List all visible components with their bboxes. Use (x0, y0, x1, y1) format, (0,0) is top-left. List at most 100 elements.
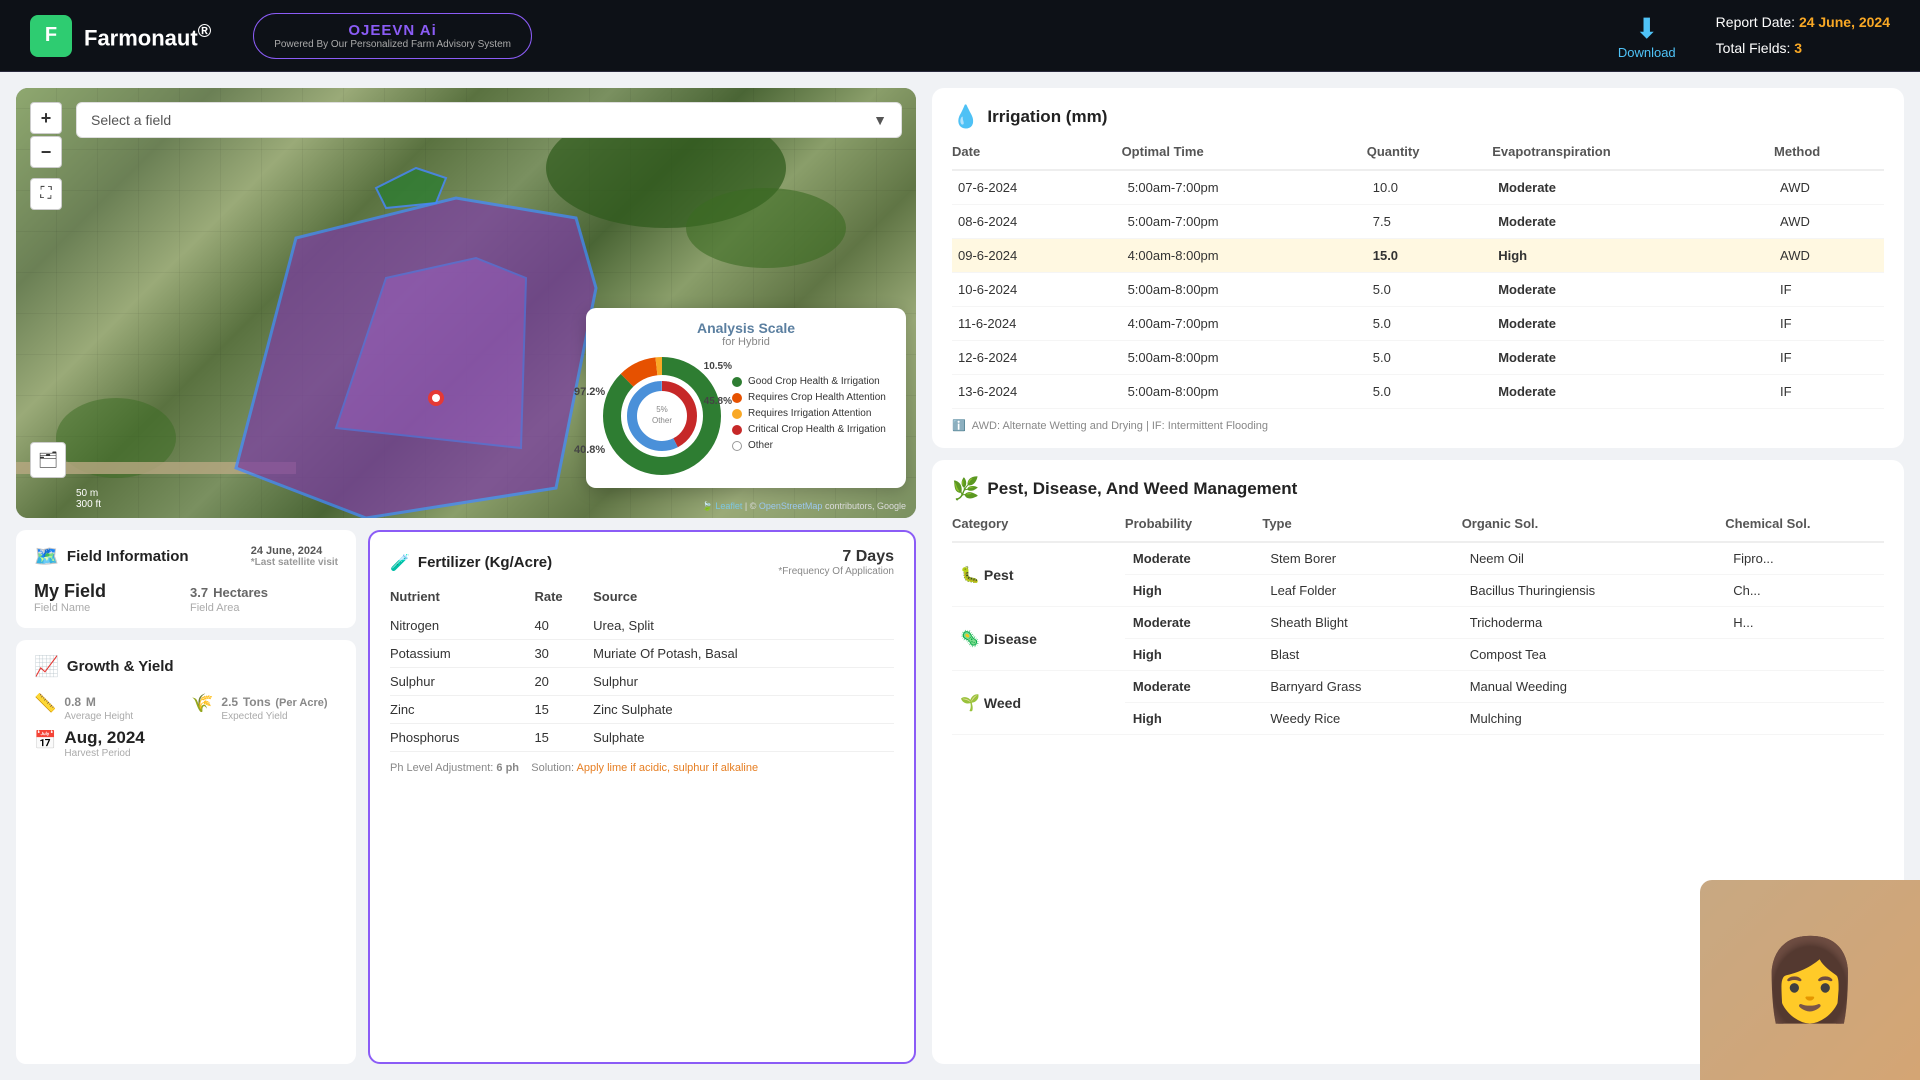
growth-yield-data: 2.5 Tons (Per Acre) Expected Yield (221, 691, 327, 722)
pest-prob: High (1125, 575, 1262, 607)
irr-date: 08-6-2024 (952, 205, 1122, 239)
logo-reg: ® (198, 20, 212, 41)
analysis-scale-body: 97.2% 10.5% 45.8% 40.8% (602, 356, 890, 476)
fertilizer-title: Fertilizer (Kg/Acre) (418, 554, 552, 571)
pest-type: Weedy Rice (1262, 703, 1461, 735)
irr-table-row: 13-6-2024 5:00am-8:00pm 5.0 Moderate IF (952, 375, 1884, 409)
fertilizer-icon: 🧪 (390, 553, 410, 573)
map-zoom-controls: + − (30, 102, 62, 168)
irrigation-header: 💧 Irrigation (mm) (952, 104, 1884, 130)
irr-qty: 15.0 (1367, 239, 1492, 273)
irr-method: IF (1774, 273, 1884, 307)
irr-evap: Moderate (1492, 307, 1774, 341)
pest-type: Stem Borer (1262, 542, 1461, 575)
legend-item-other: Other (732, 440, 890, 451)
map-container: Select a field ▼ + − ⛶ 🗂 50 m 300 ft Ana… (16, 88, 916, 518)
irr-method: IF (1774, 307, 1884, 341)
field-info-title: Field Information (67, 548, 189, 565)
jeevn-sub: Powered By Our Personalized Farm Advisor… (274, 39, 511, 50)
irr-method: AWD (1774, 170, 1884, 205)
field-growth-column: 🗺️ Field Information 24 June, 2024 *Last… (16, 530, 356, 1064)
fert-ph-value: 6 ph (496, 762, 519, 774)
pest-col-category: Category (952, 516, 1125, 542)
svg-text:Other: Other (652, 416, 672, 425)
zoom-out-button[interactable]: − (30, 136, 62, 168)
fert-table-row: Sulphur 20 Sulphur (390, 668, 894, 696)
fert-col-nutrient: Nutrient (390, 589, 534, 612)
pest-organic: Neem Oil (1462, 542, 1726, 575)
zoom-in-button[interactable]: + (30, 102, 62, 134)
field-select-dropdown[interactable]: Select a field ▼ (76, 102, 902, 138)
pest-prob: Moderate (1125, 542, 1262, 575)
fert-nutrient: Nitrogen (390, 612, 534, 640)
fert-rate: 20 (534, 668, 593, 696)
pest-col-organic: Organic Sol. (1462, 516, 1726, 542)
irr-time: 4:00am-7:00pm (1122, 307, 1367, 341)
fert-nutrient: Sulphur (390, 668, 534, 696)
header-right: ⬇ Download Report Date: 24 June, 2024 To… (1618, 10, 1890, 60)
pest-prob: High (1125, 639, 1262, 671)
harvest-item: 📅 Aug, 2024 Harvest Period (34, 728, 338, 759)
legend-item-irrigation: Requires Irrigation Attention (732, 408, 890, 419)
download-button[interactable]: ⬇ Download (1618, 12, 1676, 60)
pest-chemical: H... (1725, 607, 1884, 639)
irr-evap: High (1492, 239, 1774, 273)
growth-height-value: 0.8 M (64, 691, 133, 711)
pest-col-prob: Probability (1125, 516, 1262, 542)
irr-evap: Moderate (1492, 341, 1774, 375)
pest-chemical (1725, 671, 1884, 703)
analysis-scale-card: Analysis Scale for Hybrid 97.2% 10.5% 45… (586, 308, 906, 488)
donut-label-97: 97.2% (574, 386, 605, 398)
irrigation-icon: 💧 (952, 104, 979, 130)
map-layer-button[interactable]: 🗂 (30, 442, 66, 478)
field-area-label: Field Area (190, 602, 338, 614)
field-info-header: 🗺️ Field Information 24 June, 2024 *Last… (34, 544, 338, 569)
logo-icon: F (30, 15, 72, 57)
donut-chart: 97.2% 10.5% 45.8% 40.8% (602, 356, 722, 476)
irr-table-row: 09-6-2024 4:00am-8:00pm 15.0 High AWD (952, 239, 1884, 273)
field-info-card: 🗺️ Field Information 24 June, 2024 *Last… (16, 530, 356, 628)
irr-date: 09-6-2024 (952, 239, 1122, 273)
irr-time: 4:00am-8:00pm (1122, 239, 1367, 273)
field-name-area: My Field Field Name (34, 581, 182, 614)
growth-icon: 📈 (34, 654, 59, 679)
map-fullscreen-button[interactable]: ⛶ (30, 178, 62, 210)
irr-date: 13-6-2024 (952, 375, 1122, 409)
pest-col-chemical: Chemical Sol. (1725, 516, 1884, 542)
irr-time: 5:00am-7:00pm (1122, 205, 1367, 239)
growth-yield-value: 2.5 Tons (Per Acre) (221, 691, 327, 711)
fert-solution-text: Apply lime if acidic, sulphur if alkalin… (577, 762, 759, 774)
irr-table-row: 07-6-2024 5:00am-7:00pm 10.0 Moderate AW… (952, 170, 1884, 205)
pest-organic: Compost Tea (1462, 639, 1726, 671)
fertilizer-card: 🧪 Fertilizer (Kg/Acre) 7 Days *Frequency… (368, 530, 916, 1064)
analysis-legend: Good Crop Health & Irrigation Requires C… (732, 376, 890, 456)
irr-time: 5:00am-7:00pm (1122, 170, 1367, 205)
pest-organic: Mulching (1462, 703, 1726, 735)
donut-label-10: 10.5% (704, 361, 732, 372)
fert-table-row: Phosphorus 15 Sulphate (390, 724, 894, 752)
irr-date: 12-6-2024 (952, 341, 1122, 375)
irrigation-title: Irrigation (mm) (987, 107, 1107, 127)
pest-prob: Moderate (1125, 607, 1262, 639)
irr-col-time: Optimal Time (1122, 144, 1367, 170)
fertilizer-days-num: 7 Days (778, 548, 894, 566)
total-fields-line: Total Fields: 3 (1716, 36, 1890, 61)
pest-header: 🌿 Pest, Disease, And Weed Management (952, 476, 1884, 502)
fertilizer-table: Nutrient Rate Source Nitrogen 40 Urea, S… (390, 589, 894, 752)
left-column: Select a field ▼ + − ⛶ 🗂 50 m 300 ft Ana… (16, 88, 916, 1064)
donut-label-40: 40.8% (574, 444, 605, 456)
fertilizer-footer: Ph Level Adjustment: 6 ph Solution: Appl… (390, 762, 894, 774)
irr-table-row: 12-6-2024 5:00am-8:00pm 5.0 Moderate IF (952, 341, 1884, 375)
fert-rate: 40 (534, 612, 593, 640)
fert-source: Urea, Split (593, 612, 894, 640)
fert-col-source: Source (593, 589, 894, 612)
map-attribution: 🍃 Leaflet | © OpenStreetMap contributors… (702, 501, 906, 512)
fert-nutrient: Zinc (390, 696, 534, 724)
chevron-down-icon: ▼ (873, 112, 887, 128)
irr-time: 5:00am-8:00pm (1122, 341, 1367, 375)
growth-height-data: 0.8 M Average Height (64, 691, 133, 722)
irr-method: IF (1774, 341, 1884, 375)
irrigation-table: Date Optimal Time Quantity Evapotranspir… (952, 144, 1884, 409)
pest-type: Blast (1262, 639, 1461, 671)
irr-date: 10-6-2024 (952, 273, 1122, 307)
